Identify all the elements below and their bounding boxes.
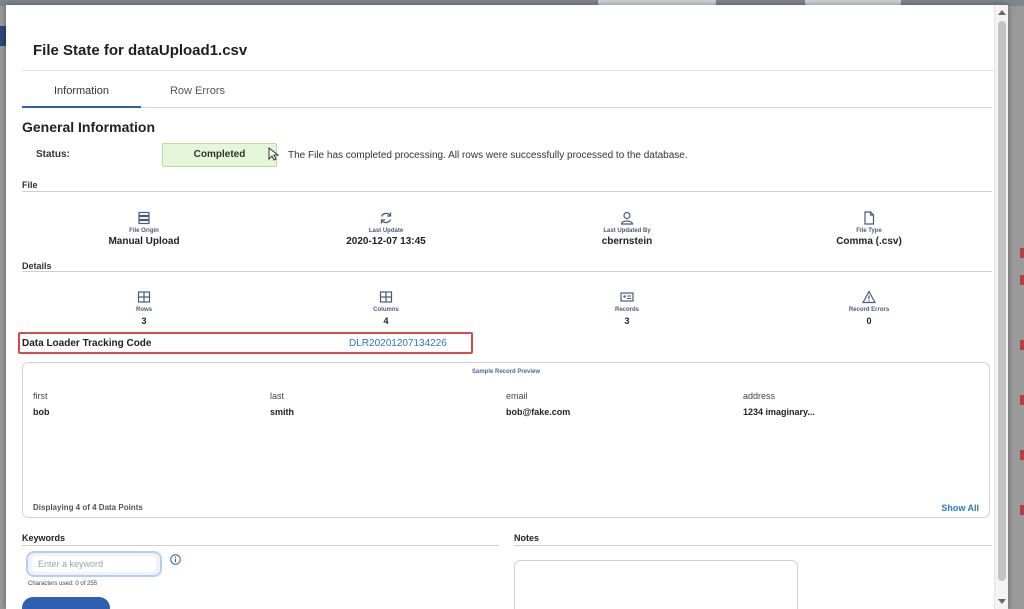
characters-used-text: Characters used: 0 of 255 bbox=[28, 581, 98, 587]
preview-column-header: email bbox=[506, 391, 528, 401]
stat-value: 3 bbox=[141, 316, 147, 326]
modal-scrollbar[interactable] bbox=[994, 5, 1008, 609]
file-section-divider bbox=[22, 191, 992, 192]
file-state-modal: File State for dataUpload1.csv Informati… bbox=[6, 5, 1008, 609]
stat-label: Last Update bbox=[368, 228, 404, 234]
background-marker bbox=[1020, 275, 1024, 285]
stat-label: Columns bbox=[373, 307, 399, 313]
preview-column: last smith bbox=[270, 390, 490, 417]
stat-last-update: Last Update 2020-12-07 13:45 bbox=[306, 211, 466, 248]
modal-title: File State for dataUpload1.csv bbox=[33, 42, 248, 59]
details-section-label: Details bbox=[22, 261, 52, 271]
stat-label: File Origin bbox=[129, 228, 159, 234]
stat-file-origin: File Origin Manual Upload bbox=[64, 211, 224, 248]
stat-value: 4 bbox=[383, 316, 389, 326]
preview-cell: bob bbox=[33, 407, 50, 417]
preview-title: Sample Record Preview bbox=[471, 369, 541, 375]
stat-label: Last Updated By bbox=[603, 228, 651, 234]
scrollbar-thumb[interactable] bbox=[998, 21, 1006, 581]
tab-row-errors[interactable]: Row Errors bbox=[134, 75, 261, 108]
stat-label: Records bbox=[614, 307, 639, 313]
tab-information[interactable]: Information bbox=[22, 75, 141, 108]
stat-value: cbernstein bbox=[601, 236, 653, 247]
notes-divider bbox=[514, 545, 992, 546]
stat-rows: Rows 3 bbox=[64, 290, 224, 327]
sample-record-preview: Sample Record Preview first bob last smi… bbox=[22, 362, 990, 518]
stat-columns: Columns 4 bbox=[306, 290, 466, 327]
warning-icon bbox=[862, 290, 876, 304]
general-information-heading: General Information bbox=[22, 119, 156, 135]
status-message: The File has completed processing. All r… bbox=[288, 150, 688, 161]
stat-file-type: File Type Comma (.csv) bbox=[789, 211, 949, 248]
preview-column: email bob@fake.com bbox=[506, 390, 726, 417]
user-icon bbox=[620, 211, 634, 225]
status-badge: Completed bbox=[162, 143, 277, 167]
status-label: Status: bbox=[36, 149, 70, 160]
stat-label: Rows bbox=[135, 307, 152, 313]
id-card-icon bbox=[620, 292, 634, 302]
file-icon bbox=[864, 211, 875, 225]
background-marker bbox=[1020, 450, 1024, 460]
server-icon bbox=[138, 211, 150, 225]
stat-label: Record Errors bbox=[848, 307, 890, 313]
stat-label: File Type bbox=[856, 228, 882, 234]
preview-column: address 1234 imaginary... bbox=[743, 390, 963, 417]
stat-records: Records 3 bbox=[547, 290, 707, 327]
preview-column-header: address bbox=[743, 391, 776, 401]
stat-value: 0 bbox=[866, 316, 872, 326]
tracking-code-label: Data Loader Tracking Code bbox=[22, 338, 152, 349]
stat-value: Comma (.csv) bbox=[836, 236, 902, 247]
preview-cell: 1234 imaginary... bbox=[743, 407, 815, 417]
stat-value: Manual Upload bbox=[108, 236, 180, 247]
table-icon bbox=[379, 291, 393, 303]
keywords-label: Keywords bbox=[22, 533, 66, 543]
keywords-divider bbox=[22, 545, 499, 546]
add-keyword-button[interactable] bbox=[22, 597, 110, 609]
scroll-up-arrow-icon[interactable] bbox=[998, 10, 1006, 15]
stat-value: 3 bbox=[624, 316, 630, 326]
background-marker bbox=[1020, 505, 1024, 515]
background-marker bbox=[1020, 248, 1024, 258]
details-section-divider bbox=[22, 271, 992, 272]
background-marker bbox=[1020, 340, 1024, 350]
preview-column: first bob bbox=[33, 390, 253, 417]
scroll-down-arrow-icon[interactable] bbox=[998, 599, 1006, 604]
notes-textarea[interactable] bbox=[514, 560, 798, 609]
preview-cell: smith bbox=[270, 407, 295, 417]
mouse-cursor-icon bbox=[268, 147, 280, 161]
stat-value: 2020-12-07 13:45 bbox=[346, 236, 426, 247]
keyword-input[interactable] bbox=[32, 556, 156, 572]
tracking-code-link[interactable]: DLR20201207134226 bbox=[349, 338, 447, 349]
preview-cell: bob@fake.com bbox=[506, 407, 571, 417]
title-divider bbox=[22, 70, 994, 71]
preview-column-header: last bbox=[270, 391, 285, 401]
preview-column-header: first bbox=[33, 391, 48, 401]
keyword-input-wrapper bbox=[26, 551, 162, 577]
preview-count-text: Displaying 4 of 4 Data Points bbox=[33, 503, 143, 512]
info-icon[interactable] bbox=[170, 554, 181, 565]
tab-bar: Information Row Errors bbox=[22, 75, 992, 108]
refresh-icon bbox=[380, 212, 392, 224]
stat-record-errors: Record Errors 0 bbox=[789, 290, 949, 327]
file-section-label: File bbox=[22, 180, 38, 190]
table-icon bbox=[137, 291, 151, 303]
show-all-link[interactable]: Show All bbox=[941, 503, 979, 513]
notes-label: Notes bbox=[514, 533, 540, 543]
stat-last-updated-by: Last Updated By cbernstein bbox=[547, 211, 707, 248]
background-marker bbox=[1020, 395, 1024, 405]
